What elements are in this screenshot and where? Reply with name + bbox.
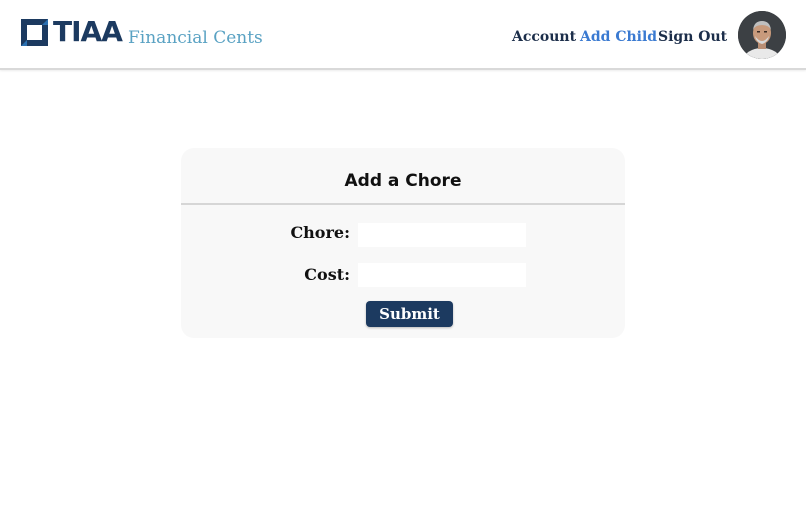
- cost-input[interactable]: [358, 263, 526, 287]
- top-header: TIAA Financial Cents Account Add Child S…: [0, 0, 806, 70]
- user-avatar[interactable]: [738, 11, 786, 59]
- nav-sign-out-link[interactable]: Sign Out: [658, 27, 727, 47]
- tiaa-logo[interactable]: TIAA: [21, 15, 123, 48]
- chore-label: Chore:: [290, 223, 350, 242]
- submit-button[interactable]: Submit: [366, 301, 453, 327]
- add-chore-card: Add a Chore Chore: Cost: Submit: [181, 148, 625, 338]
- chore-input[interactable]: [358, 223, 526, 247]
- app-name: Financial Cents: [128, 28, 263, 48]
- tiaa-logo-icon: [21, 18, 48, 46]
- card-divider: [181, 203, 625, 205]
- nav-account-link[interactable]: Account: [512, 27, 576, 47]
- avatar-portrait-icon: [738, 11, 786, 59]
- nav-add-child-link[interactable]: Add Child: [580, 27, 657, 47]
- card-title: Add a Chore: [344, 171, 462, 191]
- cost-label: Cost:: [304, 265, 350, 284]
- logo-wordmark: TIAA: [53, 15, 123, 48]
